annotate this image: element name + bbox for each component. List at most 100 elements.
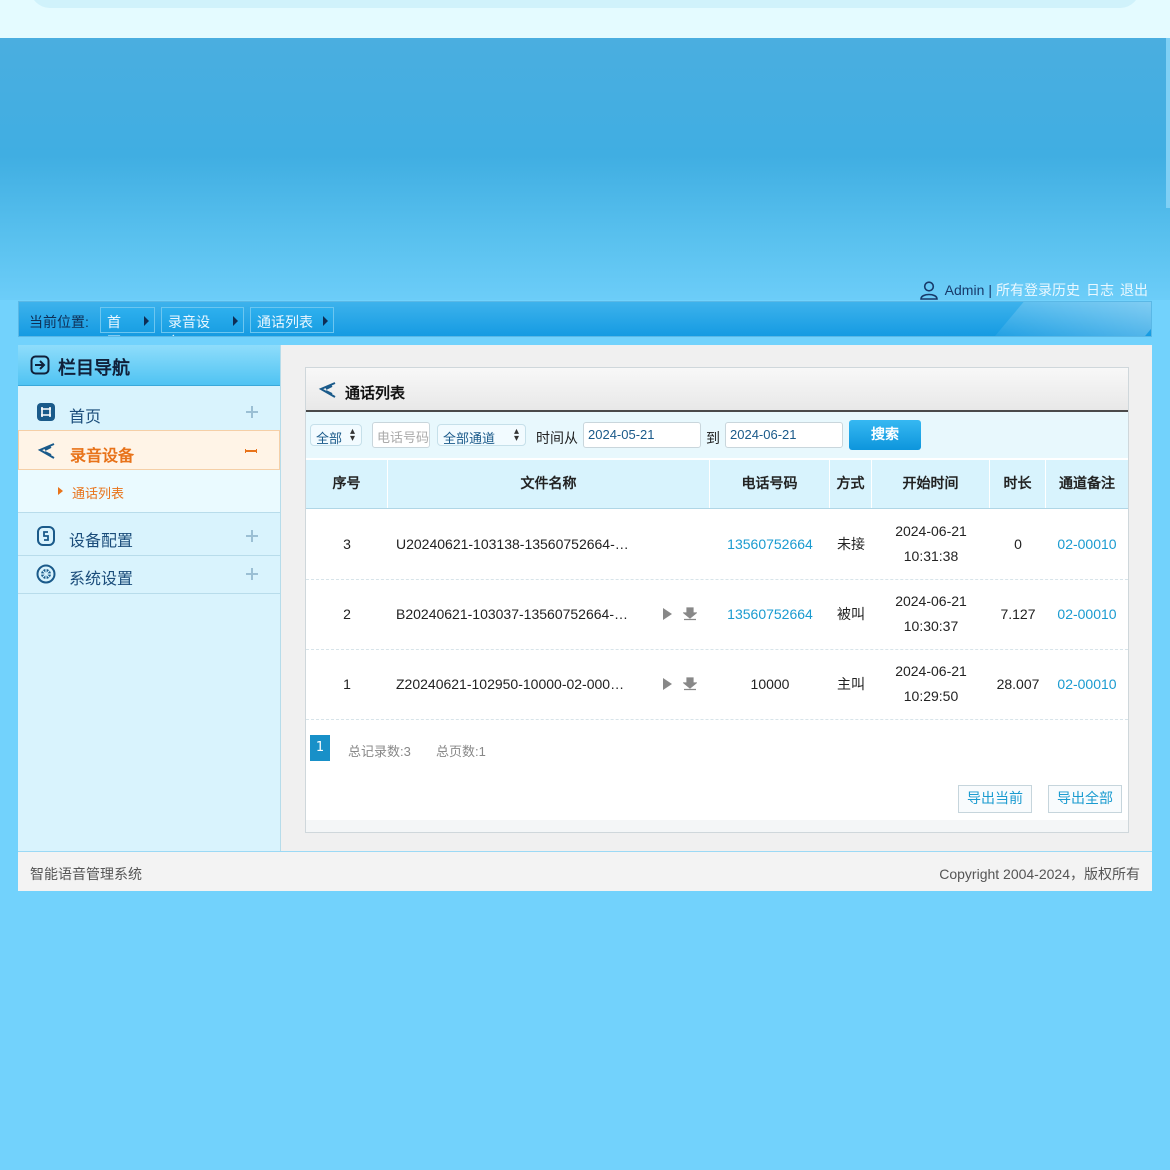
to-label: 到 bbox=[706, 431, 720, 447]
cell-index: 2 bbox=[306, 579, 388, 649]
cell-duration-text: 28.007 bbox=[996, 675, 1040, 692]
breadcrumb: 当前位置: 首页 录音设备 通话列表 bbox=[18, 301, 1152, 337]
subnav-call-list-label: 通话列表 bbox=[72, 487, 125, 502]
pager-current-page[interactable]: 1 bbox=[310, 735, 330, 761]
breadcrumb-gloss bbox=[981, 302, 1151, 336]
cell-file[interactable]: Z20240621-102950-10000-02-000… bbox=[396, 649, 646, 719]
expand-plus-icon[interactable] bbox=[246, 568, 258, 580]
sidebar-item-device-config[interactable]: 设备配置 bbox=[18, 516, 280, 556]
cell-channel[interactable]: 02-00010 bbox=[1046, 579, 1128, 649]
cell-index: 1 bbox=[306, 649, 388, 719]
cell-start-date: 2024-06-21 bbox=[895, 663, 967, 679]
search-button[interactable]: 搜索 bbox=[849, 420, 921, 450]
user-separator: | bbox=[988, 282, 992, 298]
cell-channel[interactable]: 02-00010 bbox=[1046, 509, 1128, 579]
table-row: 3 U20240621-103138-13560752664-… 135607526… bbox=[306, 509, 1128, 580]
col-file[interactable]: 文件名称 bbox=[388, 460, 710, 508]
breadcrumb-recorder[interactable]: 录音设备 bbox=[161, 307, 244, 336]
start-time-stack: 2024-06-21 10:31:38 bbox=[895, 519, 967, 569]
panel-title: 通话列表 bbox=[345, 384, 406, 402]
log-link[interactable]: 日志 bbox=[1086, 280, 1114, 300]
play-icon[interactable] bbox=[663, 678, 672, 690]
cell-channel[interactable]: 02-00010 bbox=[1046, 649, 1128, 719]
date-to-input[interactable]: 2024-06-21 bbox=[725, 422, 843, 448]
nav-exit-icon bbox=[30, 355, 50, 375]
user-icon[interactable] bbox=[919, 280, 939, 300]
cell-mode-text: 被叫 bbox=[837, 605, 865, 622]
cell-file[interactable]: U20240621-103138-13560752664-… bbox=[396, 509, 646, 579]
cell-file[interactable]: B20240621-103037-13560752664-… bbox=[396, 579, 646, 649]
cell-phone-text: 13560752664 bbox=[727, 605, 813, 622]
cell-index: 3 bbox=[306, 509, 388, 579]
cell-phone-text: 13560752664 bbox=[727, 535, 813, 552]
date-from-input[interactable]: 2024-05-21 bbox=[583, 422, 701, 448]
collapse-minus-icon[interactable] bbox=[245, 445, 257, 457]
channel-select[interactable]: 全部通道 ▴ ▾ bbox=[437, 424, 526, 446]
arrow-right-icon bbox=[233, 316, 238, 326]
logout-link[interactable]: 退出 bbox=[1120, 280, 1148, 300]
cell-file-text: Z20240621-102950-10000-02-000… bbox=[396, 675, 625, 692]
cell-start-clock: 10:30:37 bbox=[903, 618, 959, 634]
cell-index-text: 2 bbox=[343, 605, 351, 622]
cell-channel-text: 02-00010 bbox=[1057, 535, 1117, 552]
sidebar-item-recorder[interactable]: 录音设备 bbox=[18, 430, 280, 470]
cell-channel-text: 02-00010 bbox=[1057, 605, 1117, 622]
sidebar-title-text: 栏目导航 bbox=[58, 358, 130, 379]
play-icon[interactable] bbox=[663, 608, 672, 620]
user-bar: Admin | 所有登录历史 日志 退出 bbox=[919, 279, 1148, 301]
call-type-value: 全部 bbox=[316, 431, 343, 446]
start-time-stack: 2024-06-21 10:30:37 bbox=[895, 589, 967, 639]
cell-file-text: U20240621-103138-13560752664-… bbox=[396, 535, 629, 552]
breadcrumb-home[interactable]: 首页 bbox=[100, 307, 155, 336]
cell-start-clock: 10:31:38 bbox=[903, 548, 959, 564]
subnav-call-list[interactable]: 通话列表 bbox=[18, 470, 280, 513]
username[interactable]: Admin bbox=[945, 282, 985, 298]
device-config-icon bbox=[37, 526, 55, 546]
login-history-link[interactable]: 所有登录历史 bbox=[996, 280, 1080, 300]
phone-input[interactable]: 电话号码 bbox=[372, 422, 430, 448]
call-list-panel: 通话列表 全部 ▴ ▾ 电话号码 全部通道 ▴ ▾ 时间从 2024-05-21 到… bbox=[305, 367, 1129, 833]
cell-phone[interactable]: 13560752664 bbox=[710, 509, 830, 579]
export-all-button[interactable]: 导出全部 bbox=[1048, 785, 1122, 813]
header-banner bbox=[0, 38, 1170, 300]
expand-plus-icon[interactable] bbox=[246, 530, 258, 542]
cell-duration: 0 bbox=[990, 509, 1046, 579]
sidebar-item-home[interactable]: 首页 bbox=[18, 392, 280, 432]
main-area: 栏目导航 首页 录音设备 通话列表 设备配置 系统设置 通话列表 全部 ▴ ▾ … bbox=[18, 345, 1152, 851]
breadcrumb-call-list-label: 通话列表 bbox=[257, 314, 313, 330]
cell-mode: 未接 bbox=[830, 509, 872, 579]
table-row: 2 B20240621-103037-13560752664-… 135607526… bbox=[306, 579, 1128, 650]
cell-phone-text: 10000 bbox=[750, 675, 790, 692]
expand-plus-icon[interactable] bbox=[246, 406, 258, 418]
search-bar: 全部 ▴ ▾ 电话号码 全部通道 ▴ ▾ 时间从 2024-05-21 到 2024… bbox=[306, 412, 1128, 458]
call-type-select[interactable]: 全部 ▴ ▾ bbox=[310, 424, 362, 446]
recorder-icon bbox=[37, 443, 55, 459]
arrow-right-icon bbox=[323, 316, 328, 326]
time-from-label: 时间从 bbox=[536, 431, 578, 447]
col-index[interactable]: 序号 bbox=[306, 460, 388, 508]
breadcrumb-home-label: 首页 bbox=[107, 314, 121, 336]
footer: 智能语音管理系统 Copyright 2004-2024，版权所有 bbox=[18, 851, 1152, 891]
col-start-time[interactable]: 开始时间 bbox=[872, 460, 990, 508]
sidebar-title: 栏目导航 bbox=[18, 345, 280, 386]
export-current-button[interactable]: 导出当前 bbox=[958, 785, 1032, 813]
cell-mode-text: 未接 bbox=[837, 535, 865, 552]
sidebar-item-recorder-label: 录音设备 bbox=[70, 446, 135, 465]
cell-phone[interactable]: 13560752664 bbox=[710, 579, 830, 649]
col-mode[interactable]: 方式 bbox=[830, 460, 872, 508]
col-channel[interactable]: 通道备注 bbox=[1046, 460, 1128, 508]
cell-mode: 主叫 bbox=[830, 649, 872, 719]
header-edge bbox=[1166, 38, 1170, 208]
download-icon[interactable] bbox=[683, 607, 697, 621]
breadcrumb-call-list[interactable]: 通话列表 bbox=[250, 307, 334, 333]
cell-file-text: B20240621-103037-13560752664-… bbox=[396, 605, 628, 622]
cell-duration: 7.127 bbox=[990, 579, 1046, 649]
cell-start-date: 2024-06-21 bbox=[895, 593, 967, 609]
sidebar: 栏目导航 首页 录音设备 通话列表 设备配置 系统设置 bbox=[18, 345, 281, 851]
start-time-stack: 2024-06-21 10:29:50 bbox=[895, 659, 967, 709]
download-icon[interactable] bbox=[683, 677, 697, 691]
pager-total-pages: 总页数:1 bbox=[436, 744, 486, 759]
col-duration[interactable]: 时长 bbox=[990, 460, 1046, 508]
sidebar-item-system-settings[interactable]: 系统设置 bbox=[18, 554, 280, 594]
col-phone[interactable]: 电话号码 bbox=[710, 460, 830, 508]
